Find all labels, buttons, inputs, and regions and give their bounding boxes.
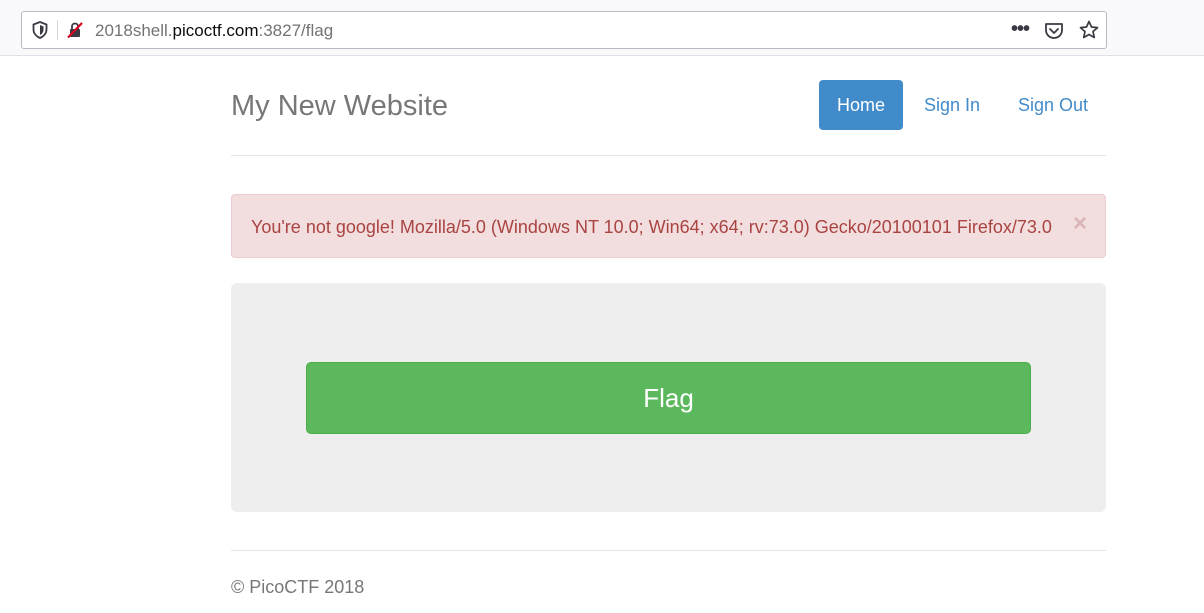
header-divider <box>231 155 1106 156</box>
footer-divider <box>231 550 1106 551</box>
nav-sign-out-link[interactable]: Sign Out <box>1001 80 1105 130</box>
url-prefix: 2018shell. <box>95 21 173 40</box>
footer-copyright: © PicoCTF 2018 <box>231 577 365 597</box>
browser-toolbar: 2018shell.picoctf.com:3827/flag ••• <box>0 0 1204 56</box>
close-icon[interactable]: × <box>1068 211 1092 237</box>
error-alert: You're not google! Mozilla/5.0 (Windows … <box>231 194 1106 258</box>
url-suffix: :3827/flag <box>258 21 334 40</box>
shield-icon[interactable] <box>30 20 50 40</box>
jumbotron-panel: Flag <box>231 283 1106 512</box>
pocket-icon[interactable] <box>1043 20 1065 42</box>
site-title: My New Website <box>231 90 449 122</box>
more-actions-icon[interactable]: ••• <box>1007 18 1033 42</box>
nav-home-button[interactable]: Home <box>819 80 903 130</box>
address-bar-separator <box>57 20 58 40</box>
url-domain: picoctf.com <box>172 21 259 40</box>
flag-button[interactable]: Flag <box>306 362 1031 434</box>
nav-sign-in-link[interactable]: Sign In <box>908 80 996 130</box>
address-bar[interactable]: 2018shell.picoctf.com:3827/flag ••• <box>21 11 1107 49</box>
bookmark-star-icon[interactable] <box>1078 19 1100 41</box>
url-text[interactable]: 2018shell.picoctf.com:3827/flag <box>95 21 333 41</box>
alert-message: You're not google! Mozilla/5.0 (Windows … <box>251 217 1052 237</box>
insecure-lock-icon[interactable] <box>65 20 85 40</box>
